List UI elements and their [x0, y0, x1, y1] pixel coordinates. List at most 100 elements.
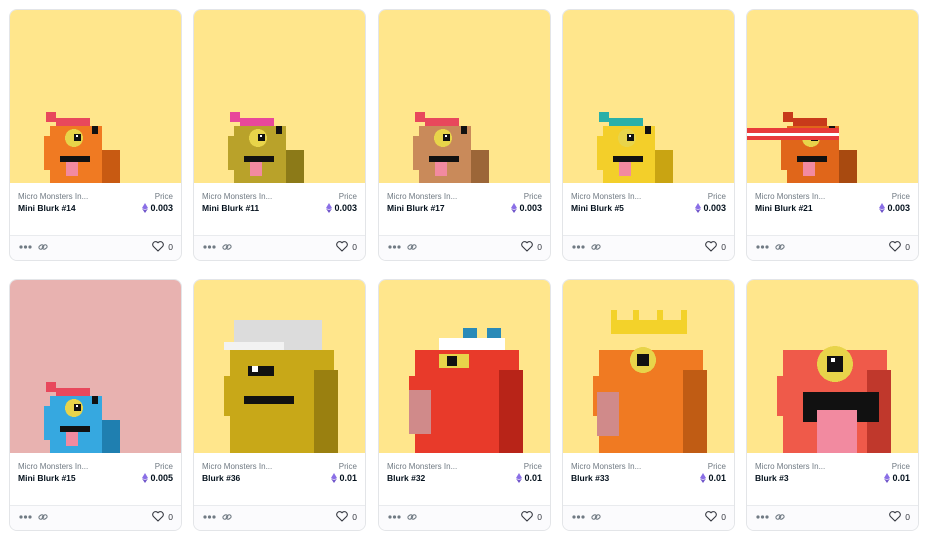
price-label: Price	[154, 192, 173, 201]
item-name[interactable]: Mini Blurk #5	[571, 203, 624, 213]
link-icon[interactable]	[222, 242, 232, 252]
price: 0.01	[700, 473, 726, 483]
nft-card[interactable]: Micro Monsters In... Mini Blurk #15 Pric…	[9, 279, 182, 531]
collection-name[interactable]: Micro Monsters In...	[755, 192, 845, 201]
like-button[interactable]: 0	[336, 241, 357, 252]
link-icon[interactable]	[222, 512, 232, 522]
heart-icon	[521, 241, 534, 252]
price: 0.01	[331, 473, 357, 483]
price-label: Price	[338, 192, 357, 201]
item-name[interactable]: Mini Blurk #21	[755, 203, 813, 213]
price: 0.003	[326, 203, 357, 213]
nft-card[interactable]: Micro Monsters In... Mini Blurk #17 Pric…	[378, 9, 551, 261]
collection-name[interactable]: Micro Monsters In...	[387, 462, 477, 471]
price-label: Price	[523, 462, 542, 471]
item-name[interactable]: Mini Blurk #14	[18, 203, 76, 213]
nft-image[interactable]	[10, 10, 181, 183]
collection-name[interactable]: Micro Monsters In...	[755, 462, 845, 471]
item-name[interactable]: Mini Blurk #15	[18, 473, 76, 483]
nft-card[interactable]: Micro Monsters In... Mini Blurk #14 Pric…	[9, 9, 182, 261]
link-icon[interactable]	[38, 242, 48, 252]
item-name[interactable]: Mini Blurk #17	[387, 203, 445, 213]
price-value: 0.01	[524, 473, 542, 483]
price-value: 0.01	[892, 473, 910, 483]
ethereum-icon	[700, 473, 707, 483]
item-name[interactable]: Mini Blurk #11	[202, 203, 259, 213]
price-value: 0.003	[887, 203, 910, 213]
card-footer: 0	[10, 505, 181, 530]
like-count: 0	[168, 511, 173, 522]
link-icon[interactable]	[38, 512, 48, 522]
more-horizontal-icon[interactable]	[756, 245, 769, 249]
price: 0.003	[142, 203, 173, 213]
link-icon[interactable]	[407, 242, 417, 252]
card-footer: 0	[379, 505, 550, 530]
price-label: Price	[891, 192, 910, 201]
nft-image[interactable]	[747, 10, 918, 183]
collection-name[interactable]: Micro Monsters In...	[387, 192, 477, 201]
nft-image[interactable]	[563, 10, 734, 183]
like-count: 0	[537, 511, 542, 522]
heart-icon	[705, 511, 718, 522]
more-horizontal-icon[interactable]	[19, 515, 32, 519]
link-icon[interactable]	[775, 242, 785, 252]
nft-card[interactable]: Micro Monsters In... Blurk #33 Price 0.0…	[562, 279, 735, 531]
like-button[interactable]: 0	[152, 511, 173, 522]
collection-name[interactable]: Micro Monsters In...	[571, 462, 661, 471]
more-horizontal-icon[interactable]	[572, 515, 585, 519]
like-button[interactable]: 0	[705, 511, 726, 522]
like-button[interactable]: 0	[521, 241, 542, 252]
like-button[interactable]: 0	[336, 511, 357, 522]
like-button[interactable]: 0	[521, 511, 542, 522]
price-value: 0.003	[334, 203, 357, 213]
nft-image[interactable]	[747, 280, 918, 453]
collection-name[interactable]: Micro Monsters In...	[202, 192, 292, 201]
price-value: 0.003	[519, 203, 542, 213]
link-icon[interactable]	[591, 512, 601, 522]
more-horizontal-icon[interactable]	[19, 245, 32, 249]
collection-name[interactable]: Micro Monsters In...	[202, 462, 292, 471]
nft-card[interactable]: Micro Monsters In... Mini Blurk #11 Pric…	[193, 9, 366, 261]
price: 0.003	[879, 203, 910, 213]
collection-name[interactable]: Micro Monsters In...	[571, 192, 661, 201]
item-name[interactable]: Blurk #33	[571, 473, 609, 483]
item-name[interactable]: Blurk #36	[202, 473, 240, 483]
nft-image[interactable]	[194, 10, 365, 183]
card-info: Micro Monsters In... Mini Blurk #11 Pric…	[194, 183, 365, 239]
like-count: 0	[905, 511, 910, 522]
card-footer: 0	[747, 505, 918, 530]
nft-card[interactable]: Micro Monsters In... Blurk #3 Price 0.01…	[746, 279, 919, 531]
link-icon[interactable]	[775, 512, 785, 522]
more-horizontal-icon[interactable]	[203, 245, 216, 249]
like-button[interactable]: 0	[705, 241, 726, 252]
collection-name[interactable]: Micro Monsters In...	[18, 192, 108, 201]
item-name[interactable]: Blurk #3	[755, 473, 789, 483]
price: 0.003	[695, 203, 726, 213]
nft-image[interactable]	[10, 280, 181, 453]
like-button[interactable]: 0	[889, 241, 910, 252]
heart-icon	[336, 511, 349, 522]
collection-name[interactable]: Micro Monsters In...	[18, 462, 108, 471]
nft-image[interactable]	[379, 280, 550, 453]
nft-card[interactable]: Micro Monsters In... Blurk #36 Price 0.0…	[193, 279, 366, 531]
like-count: 0	[168, 241, 173, 252]
card-info: Micro Monsters In... Mini Blurk #15 Pric…	[10, 453, 181, 509]
like-count: 0	[352, 511, 357, 522]
more-horizontal-icon[interactable]	[388, 245, 401, 249]
nft-card[interactable]: Micro Monsters In... Blurk #32 Price 0.0…	[378, 279, 551, 531]
link-icon[interactable]	[591, 242, 601, 252]
nft-image[interactable]	[379, 10, 550, 183]
item-name[interactable]: Blurk #32	[387, 473, 425, 483]
nft-image[interactable]	[194, 280, 365, 453]
link-icon[interactable]	[407, 512, 417, 522]
nft-image[interactable]	[563, 280, 734, 453]
like-button[interactable]: 0	[889, 511, 910, 522]
more-horizontal-icon[interactable]	[203, 515, 216, 519]
more-horizontal-icon[interactable]	[388, 515, 401, 519]
more-horizontal-icon[interactable]	[572, 245, 585, 249]
nft-card[interactable]: Micro Monsters In... Mini Blurk #21 Pric…	[746, 9, 919, 261]
price-value: 0.01	[708, 473, 726, 483]
nft-card[interactable]: Micro Monsters In... Mini Blurk #5 Price…	[562, 9, 735, 261]
like-button[interactable]: 0	[152, 241, 173, 252]
more-horizontal-icon[interactable]	[756, 515, 769, 519]
